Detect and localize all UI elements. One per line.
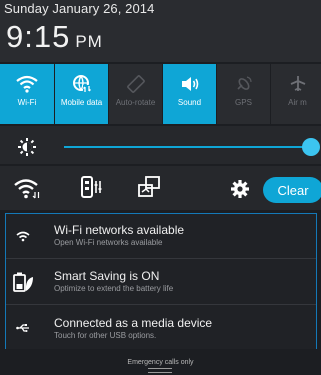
tile-airplane-mode[interactable]: Air m — [270, 64, 321, 124]
notification-title: Wi-Fi networks available — [54, 223, 185, 237]
status-header: Sunday January 26, 2014 9:15 PM — [0, 0, 321, 62]
emergency-calls-label: Emergency calls only — [127, 359, 194, 366]
notification-item[interactable]: Smart Saving is ON Optimize to extend th… — [6, 258, 316, 304]
brightness-slider-handle[interactable] — [302, 138, 320, 156]
notification-text: Connected as a media device Touch for ot… — [54, 316, 212, 341]
tile-label: Sound — [177, 98, 202, 107]
mobile-data-icon — [72, 72, 91, 96]
quick-settings: Wi-Fi Mobile data Auto-rotate Sound GPS … — [0, 64, 321, 124]
drawer-handle[interactable] — [148, 368, 172, 373]
tile-sound[interactable]: Sound — [162, 64, 216, 124]
notification-subtitle: Touch for other USB options. — [54, 330, 157, 340]
clock-ampm: PM — [75, 32, 103, 51]
notification-list: Wi-Fi networks available Open Wi-Fi netw… — [5, 213, 317, 351]
brightness-slider-track[interactable] — [64, 146, 312, 148]
tile-mobile-data[interactable]: Mobile data — [54, 64, 108, 124]
tile-label: GPS — [235, 98, 252, 107]
notification-text: Wi-Fi networks available Open Wi-Fi netw… — [54, 223, 184, 248]
notification-item[interactable]: Wi-Fi networks available Open Wi-Fi netw… — [6, 214, 316, 257]
brightness-icon — [17, 137, 37, 162]
notification-subtitle: Optimize to extend the battery life — [54, 284, 174, 293]
notification-item[interactable]: Connected as a media device Touch for ot… — [6, 304, 316, 351]
tile-wifi[interactable]: Wi-Fi — [0, 64, 54, 124]
wifi-icon — [16, 72, 38, 96]
clock: 9:15 PM — [6, 19, 103, 55]
date-label: Sunday January 26, 2014 — [4, 1, 155, 16]
screenshot-icon[interactable] — [137, 175, 161, 204]
notification-subtitle: Open Wi-Fi networks available — [54, 238, 163, 247]
clear-button[interactable]: Clear — [263, 177, 321, 203]
gear-icon[interactable] — [230, 179, 250, 204]
sound-icon — [180, 72, 200, 96]
wifi-icon — [6, 230, 40, 242]
brightness-row — [0, 126, 321, 164]
tile-gps[interactable]: GPS — [216, 64, 270, 124]
tile-auto-rotate[interactable]: Auto-rotate — [108, 64, 162, 124]
notification-text: Smart Saving is ON Optimize to extend th… — [54, 269, 173, 294]
wifi-settings-icon[interactable] — [14, 177, 40, 204]
tile-label: Mobile data — [60, 98, 103, 107]
gps-icon — [234, 72, 254, 96]
notification-title: Connected as a media device — [54, 315, 213, 330]
clock-time: 9:15 — [6, 19, 71, 54]
tile-label: Wi-Fi — [17, 98, 37, 107]
airplane-mode-icon — [288, 72, 308, 96]
usb-icon — [6, 323, 40, 333]
auto-rotate-icon — [126, 72, 146, 96]
tile-label: Auto-rotate — [115, 98, 156, 107]
phone-settings-icon[interactable] — [79, 175, 103, 204]
notification-title: Smart Saving is ON — [54, 269, 160, 283]
tile-label: Air m — [288, 98, 307, 107]
battery-leaf-icon — [6, 271, 40, 293]
